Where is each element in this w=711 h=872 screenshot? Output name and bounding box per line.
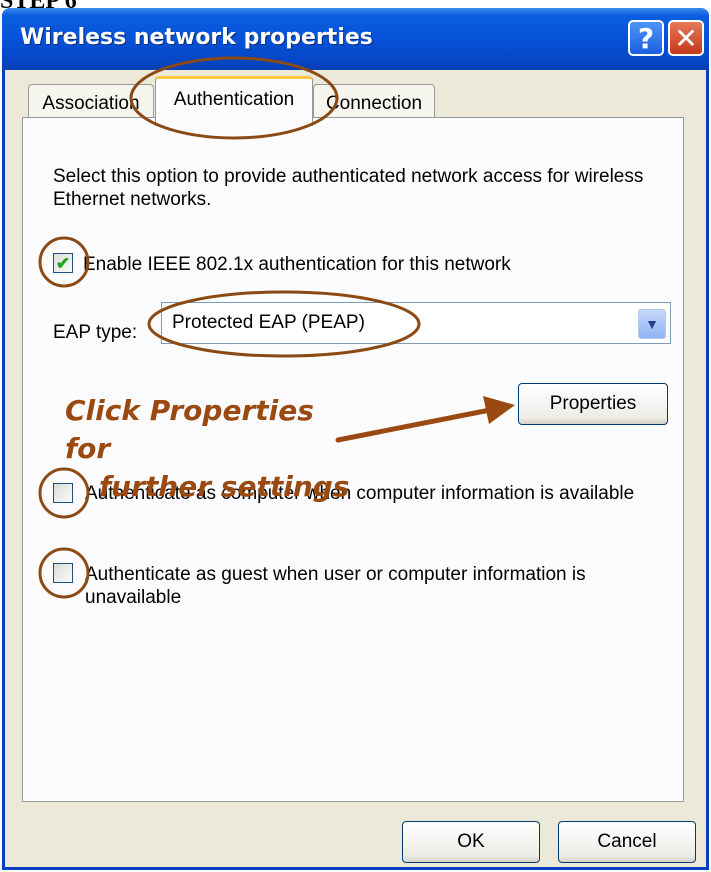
properties-button[interactable]: Properties: [518, 383, 668, 425]
annotation-line-1: Click Properties for: [65, 394, 314, 465]
eap-type-select[interactable]: Protected EAP (PEAP) ▼: [161, 302, 671, 344]
tab-authentication[interactable]: Authentication: [155, 76, 313, 126]
ok-button[interactable]: OK: [402, 821, 540, 863]
annotation-line-2: further settings: [99, 470, 350, 503]
cancel-button[interactable]: Cancel: [558, 821, 696, 863]
help-button[interactable]: ?: [628, 20, 664, 56]
close-button[interactable]: ✕: [668, 20, 704, 56]
window-title: Wireless network properties: [20, 25, 373, 50]
title-bar[interactable]: Wireless network properties ? ✕: [2, 8, 709, 70]
auth-as-guest-checkbox[interactable]: [53, 563, 73, 583]
check-mark-icon: ✔: [55, 253, 71, 273]
enable-ieee-label[interactable]: Enable IEEE 802.1x authentication for th…: [83, 253, 511, 276]
eap-type-label: EAP type:: [53, 322, 138, 343]
chevron-down-icon[interactable]: ▼: [638, 309, 666, 339]
annotation-callout: Click Properties for further settings: [65, 392, 365, 506]
auth-as-guest-label[interactable]: Authenticate as guest when user or compu…: [85, 563, 660, 609]
enable-ieee-checkbox[interactable]: ✔: [53, 253, 73, 273]
eap-type-value: Protected EAP (PEAP): [172, 312, 365, 333]
description-text: Select this option to provide authentica…: [53, 166, 644, 210]
